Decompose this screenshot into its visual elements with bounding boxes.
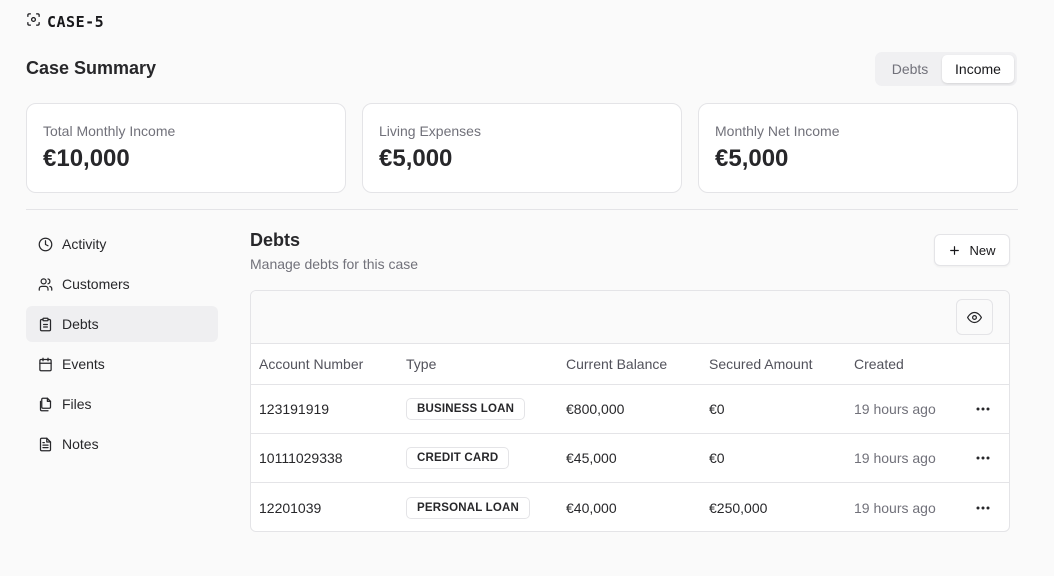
plus-icon bbox=[948, 244, 961, 257]
type-badge: PERSONAL LOAN bbox=[406, 496, 531, 519]
sidebar-item-label: Events bbox=[62, 356, 105, 372]
created-time: 19 hours ago bbox=[854, 450, 936, 466]
sidebar-item-label: Files bbox=[62, 396, 92, 412]
debt-type: CREDIT CARD bbox=[406, 434, 510, 482]
debt-type: PERSONAL LOAN bbox=[406, 483, 531, 531]
current-balance: €800,000 bbox=[566, 401, 625, 417]
new-button-label: New bbox=[969, 242, 996, 258]
case-id: CASE-5 bbox=[47, 13, 105, 31]
page-title: Case Summary bbox=[26, 58, 157, 78]
column-header-type[interactable]: Type bbox=[406, 344, 436, 384]
section-title: Debts bbox=[250, 230, 301, 250]
sidebar-item-events[interactable]: Events bbox=[26, 346, 218, 382]
notes-icon bbox=[38, 437, 53, 452]
row-actions bbox=[971, 434, 995, 482]
column-header-secured-amount[interactable]: Secured Amount bbox=[709, 344, 813, 384]
account-number: 10111029338 bbox=[259, 450, 343, 466]
table-row[interactable]: 12201039 PERSONAL LOAN €40,000 €250,000 … bbox=[251, 483, 1009, 531]
current-balance: €45,000 bbox=[566, 450, 617, 466]
sidebar-item-debts[interactable]: Debts bbox=[26, 306, 218, 342]
new-debt-button[interactable]: New bbox=[934, 234, 1010, 266]
sidebar-item-label: Notes bbox=[62, 436, 99, 452]
sidebar-item-files[interactable]: Files bbox=[26, 386, 218, 422]
summary-card-living-expenses: Living Expenses €5,000 bbox=[362, 103, 682, 193]
scan-icon bbox=[26, 12, 41, 32]
sidebar-item-activity[interactable]: Activity bbox=[26, 226, 218, 262]
secured-amount: €0 bbox=[709, 450, 725, 466]
sidebar-item-notes[interactable]: Notes bbox=[26, 426, 218, 462]
created-time: 19 hours ago bbox=[854, 401, 936, 417]
table-row[interactable]: 123191919 BUSINESS LOAN €800,000 €0 19 h… bbox=[251, 385, 1009, 434]
debts-table: Account Number Type Current Balance Secu… bbox=[250, 290, 1010, 532]
column-header-account-number[interactable]: Account Number bbox=[259, 344, 363, 384]
clock-icon bbox=[38, 237, 53, 252]
files-icon bbox=[38, 397, 53, 412]
card-label: Total Monthly Income bbox=[43, 123, 176, 139]
debt-type: BUSINESS LOAN bbox=[406, 385, 526, 433]
current-balance: €40,000 bbox=[566, 499, 617, 516]
card-label: Living Expenses bbox=[379, 123, 481, 139]
card-value: €5,000 bbox=[379, 145, 453, 172]
secured-amount: €250,000 bbox=[709, 499, 768, 516]
column-visibility-button[interactable] bbox=[956, 299, 993, 335]
type-badge: CREDIT CARD bbox=[406, 447, 510, 469]
column-header-current-balance[interactable]: Current Balance bbox=[566, 344, 667, 384]
sidebar: Activity Customers Debts Events Files No… bbox=[26, 226, 218, 466]
calendar-icon bbox=[38, 357, 53, 372]
app-brand: CASE-5 bbox=[26, 12, 104, 32]
clipboard-icon bbox=[38, 317, 53, 332]
card-value: €10,000 bbox=[43, 145, 130, 172]
row-actions bbox=[971, 385, 995, 433]
column-header-created[interactable]: Created bbox=[854, 344, 904, 384]
row-actions bbox=[971, 483, 995, 531]
type-badge: BUSINESS LOAN bbox=[406, 398, 526, 420]
section-subtitle: Manage debts for this case bbox=[250, 256, 419, 272]
sidebar-item-label: Activity bbox=[62, 236, 107, 252]
card-value: €5,000 bbox=[715, 145, 789, 172]
sidebar-item-label: Debts bbox=[62, 316, 99, 332]
view-toggle: Debts Income bbox=[875, 52, 1017, 86]
summary-card-net-income: Monthly Net Income €5,000 bbox=[698, 103, 1018, 193]
more-horizontal-icon[interactable] bbox=[971, 446, 995, 470]
summary-card-total-income: Total Monthly Income €10,000 bbox=[26, 103, 346, 193]
account-number: 12201039 bbox=[259, 499, 322, 516]
secured-amount: €0 bbox=[709, 401, 725, 417]
users-icon bbox=[38, 277, 53, 292]
card-label: Monthly Net Income bbox=[715, 123, 840, 139]
account-number: 123191919 bbox=[259, 401, 330, 417]
divider bbox=[26, 209, 1018, 210]
table-row[interactable]: 10111029338 CREDIT CARD €45,000 €0 19 ho… bbox=[251, 434, 1009, 483]
created-time: 19 hours ago bbox=[854, 499, 936, 516]
sidebar-item-label: Customers bbox=[62, 276, 130, 292]
more-horizontal-icon[interactable] bbox=[971, 496, 995, 520]
more-horizontal-icon[interactable] bbox=[971, 397, 995, 421]
eye-icon bbox=[967, 310, 982, 325]
toggle-debts-button[interactable]: Debts bbox=[878, 55, 942, 83]
sidebar-item-customers[interactable]: Customers bbox=[26, 266, 218, 302]
table-header: Account Number Type Current Balance Secu… bbox=[251, 344, 1009, 385]
table-toolbar bbox=[251, 291, 1009, 344]
toggle-income-button[interactable]: Income bbox=[942, 55, 1014, 83]
